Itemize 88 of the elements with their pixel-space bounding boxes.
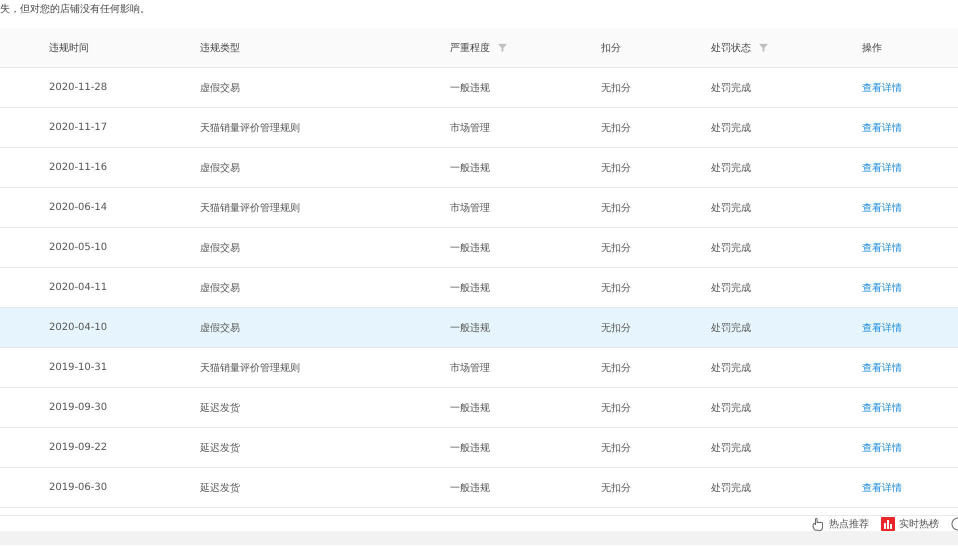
table-cell-text: 无扣分 — [601, 482, 631, 494]
table-cell: 2019-09-30 — [49, 402, 108, 413]
table-row[interactable]: 2020-11-28 虚假交易 一般违规 无扣分 处罚完成 查看详情 — [0, 68, 958, 108]
table-cell: 2020-04-11 — [49, 282, 108, 293]
view-details-link[interactable]: 查看详情 — [862, 160, 902, 174]
table-cell-text: 处罚完成 — [711, 202, 751, 214]
table-cell-text: 无扣分 — [601, 442, 631, 454]
table-cell-text: 处罚完成 — [711, 162, 751, 174]
table-cell-text: 天猫销量评价管理规则 — [200, 202, 300, 214]
table-cell-text: 延迟发货 — [200, 482, 240, 494]
table-row[interactable]: 2020-11-17 天猫销量评价管理规则 市场管理 无扣分 处罚完成 查看详情 — [0, 108, 958, 148]
view-details-link[interactable]: 查看详情 — [862, 80, 902, 94]
table-cell-text: 处罚完成 — [711, 282, 751, 294]
table-cell-text: 处罚完成 — [711, 82, 751, 94]
table-cell: 2020-06-14 — [49, 202, 108, 213]
table-row[interactable]: 2019-10-31 天猫销量评价管理规则 市场管理 无扣分 处罚完成 查看详情 — [0, 348, 958, 388]
column-header: 操作 — [862, 42, 882, 54]
table-cell-text: 虚假交易 — [200, 322, 240, 334]
table-row[interactable]: 2020-06-14 天猫销量评价管理规则 市场管理 无扣分 处罚完成 查看详情 — [0, 188, 958, 228]
table-cell-text: 天猫销量评价管理规则 — [200, 122, 300, 134]
table-cell-text: 处罚完成 — [711, 442, 751, 454]
table-cell-text: 无扣分 — [601, 242, 631, 254]
table-cell-text: 处罚完成 — [711, 362, 751, 374]
column-header: 违规时间 — [49, 42, 89, 54]
view-details-link[interactable]: 查看详情 — [862, 200, 902, 214]
footer-link[interactable]: 热点推荐 — [829, 517, 869, 531]
table-cell-text: 虚假交易 — [200, 282, 240, 294]
view-details-link[interactable]: 查看详情 — [862, 240, 902, 254]
table-cell-text: 一般违规 — [450, 162, 490, 174]
footer-link[interactable]: 实时热榜 — [899, 517, 939, 531]
table-cell-text: 无扣分 — [601, 322, 631, 334]
view-details-link[interactable]: 查看详情 — [862, 440, 902, 454]
table-cell: 2019-09-22 — [49, 442, 108, 453]
table-cell-text: 虚假交易 — [200, 82, 240, 94]
view-details-link[interactable]: 查看详情 — [862, 280, 902, 294]
table-row[interactable]: 2020-11-16 虚假交易 一般违规 无扣分 处罚完成 查看详情 — [0, 148, 958, 188]
column-header: 扣分 — [601, 42, 621, 54]
table-row[interactable]: 2019-09-22 延迟发货 一般违规 无扣分 处罚完成 查看详情 — [0, 428, 958, 468]
column-header: 处罚状态 — [711, 42, 751, 54]
table-cell-text: 一般违规 — [450, 82, 490, 94]
view-details-link[interactable]: 查看详情 — [862, 480, 902, 494]
table-cell: 2019-10-31 — [49, 362, 108, 373]
table-cell-text: 处罚完成 — [711, 482, 751, 494]
table-row[interactable]: 2019-09-30 延迟发货 一般违规 无扣分 处罚完成 查看详情 — [0, 388, 958, 428]
table-cell-text: 虚假交易 — [200, 242, 240, 254]
table-cell: 2020-04-10 — [49, 322, 108, 333]
table-cell-text: 无扣分 — [601, 402, 631, 414]
table-row[interactable]: 2019-06-30 延迟发货 一般违规 无扣分 处罚完成 查看详情 — [0, 468, 958, 508]
view-details-link[interactable]: 查看详情 — [862, 400, 902, 414]
hand-icon — [812, 517, 825, 531]
table-cell-text: 虚假交易 — [200, 162, 240, 174]
table-cell-text: 一般违规 — [450, 402, 490, 414]
table-row[interactable]: 2020-05-10 虚假交易 一般违规 无扣分 处罚完成 查看详情 — [0, 228, 958, 268]
table-cell-text: 处罚完成 — [711, 322, 751, 334]
table-cell: 2020-11-17 — [49, 122, 108, 133]
view-details-link[interactable]: 查看详情 — [862, 360, 902, 374]
table-cell-text: 无扣分 — [601, 202, 631, 214]
table-cell-text: 市场管理 — [450, 122, 490, 134]
table-cell-text: 处罚完成 — [711, 402, 751, 414]
table-row[interactable]: 2020-04-10 虚假交易 一般违规 无扣分 处罚完成 查看详情 — [0, 308, 958, 348]
table-cell: 2020-11-16 — [49, 162, 108, 173]
table-cell-text: 一般违规 — [450, 242, 490, 254]
table-cell-text: 无扣分 — [601, 162, 631, 174]
table-cell-text: 无扣分 — [601, 122, 631, 134]
table-cell: 2020-11-28 — [49, 82, 108, 93]
table-cell-text: 延迟发货 — [200, 442, 240, 454]
table-cell-text: 市场管理 — [450, 362, 490, 374]
table-cell-text: 延迟发货 — [200, 402, 240, 414]
table-cell-text: 一般违规 — [450, 482, 490, 494]
table-cell-text: 一般违规 — [450, 282, 490, 294]
table-cell: 2019-06-30 — [49, 482, 108, 493]
table-cell-text: 无扣分 — [601, 282, 631, 294]
table-cell-text: 无扣分 — [601, 362, 631, 374]
notice-text: 失，但对您的店铺没有任何影响。 — [0, 4, 150, 15]
table-cell-text: 一般违规 — [450, 442, 490, 454]
table-cell: 2020-05-10 — [49, 242, 108, 253]
table-cell-text: 处罚完成 — [711, 242, 751, 254]
table-cell-text: 市场管理 — [450, 202, 490, 214]
bar-chart-icon — [881, 517, 895, 531]
column-header: 违规类型 — [200, 42, 240, 54]
table-cell-text: 天猫销量评价管理规则 — [200, 362, 300, 374]
view-details-link[interactable]: 查看详情 — [862, 120, 902, 134]
column-header: 严重程度 — [450, 42, 490, 54]
table-cell-text: 处罚完成 — [711, 122, 751, 134]
table-cell-text: 无扣分 — [601, 82, 631, 94]
filter-icon[interactable] — [759, 43, 768, 52]
filter-icon[interactable] — [498, 43, 507, 52]
table-cell-text: 一般违规 — [450, 322, 490, 334]
